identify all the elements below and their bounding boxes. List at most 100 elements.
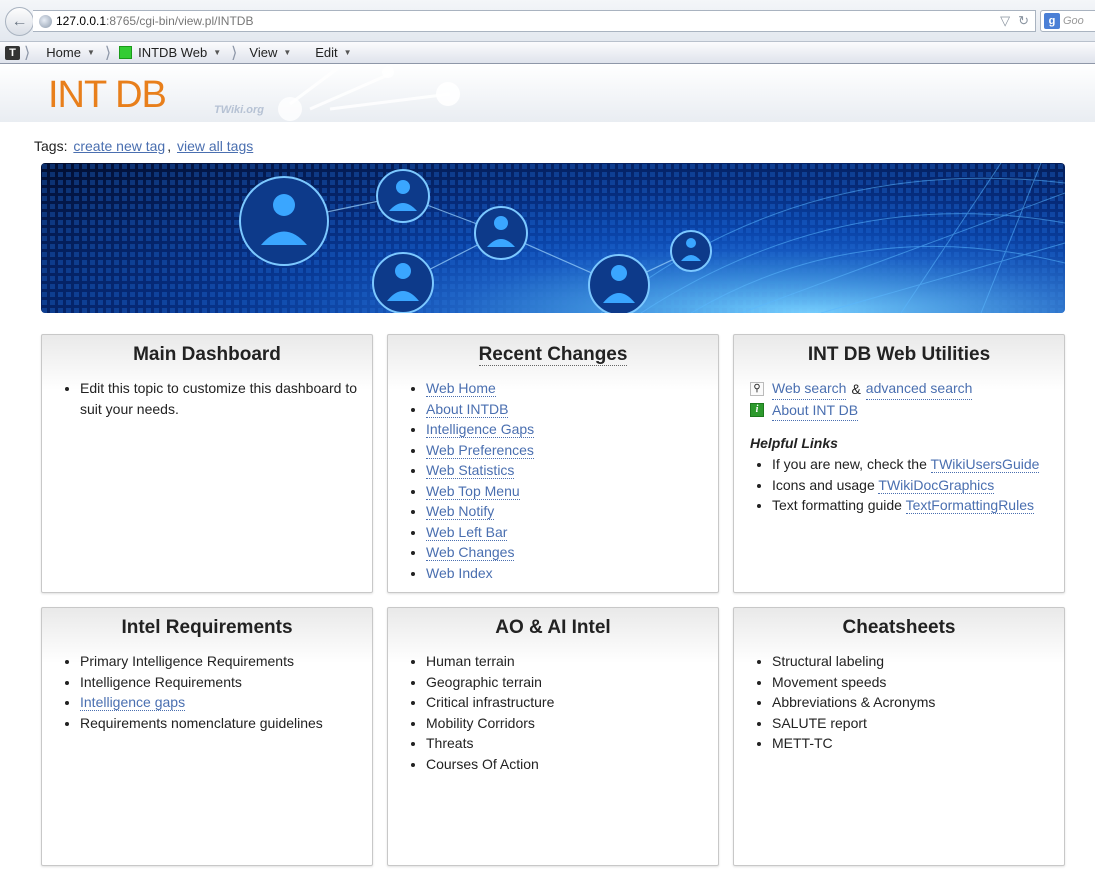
menu-view-label: View — [249, 45, 278, 60]
link-web-preferences[interactable]: Web Preferences — [426, 441, 534, 459]
browser-toolbar: ← 127.0.0.1:8765/cgi-bin/view.pl/INTDB ▽… — [0, 0, 1095, 42]
twiki-logo-icon[interactable]: T — [5, 45, 20, 60]
list-item: Intelligence Requirements — [80, 672, 372, 693]
dropdown-arrow-icon[interactable]: ▽ — [1000, 13, 1010, 29]
header-decoration — [278, 64, 460, 121]
ao-list: Human terrain Geographic terrain Critica… — [388, 651, 718, 774]
list-item: Web Statistics — [426, 460, 718, 481]
view-all-tags-link[interactable]: view all tags — [177, 138, 253, 154]
requirements-list: Primary Intelligence Requirements Intell… — [42, 651, 372, 733]
intelligence-gaps-link[interactable]: Intelligence gaps — [80, 694, 186, 711]
tags-label: Tags: — [34, 138, 68, 154]
list-item: Web Top Menu — [426, 481, 718, 502]
menu-edit[interactable]: Edit ▼ — [315, 45, 351, 60]
menu-intdb-web[interactable]: INTDB Web ▼ — [119, 45, 221, 60]
magnifier-icon: ⚲ — [750, 381, 764, 396]
list-item: SALUTE report — [772, 713, 1064, 734]
web-color-icon — [119, 46, 133, 59]
recent-changes-list: Web Home About INTDB Intelligence Gaps W… — [388, 378, 718, 583]
text-formatting-rules-link[interactable]: TextFormattingRules — [905, 497, 1034, 514]
twiki-doc-graphics-link[interactable]: TWikiDocGraphics — [878, 476, 995, 494]
page-header: INT DB TWiki.org — [0, 64, 1095, 122]
list-item: Movement speeds — [772, 672, 1064, 693]
twiki-users-guide-link[interactable]: TWikiUsersGuide — [930, 456, 1040, 473]
amp-text: & — [851, 380, 861, 397]
card-title: INT DB Web Utilities — [807, 344, 991, 365]
card-intel-requirements: Intel Requirements Primary Intelligence … — [41, 607, 373, 866]
url-path: :8765/cgi-bin/view.pl/INTDB — [106, 14, 254, 28]
chevron-down-icon: ▼ — [283, 48, 292, 57]
site-logo-title[interactable]: INT DB — [48, 74, 167, 117]
helpful-text: Text formatting guide — [772, 497, 902, 513]
list-item: Icons and usage TWikiDocGraphics — [772, 475, 1064, 496]
globe-icon — [39, 14, 52, 28]
card-title[interactable]: Recent Changes — [388, 335, 718, 366]
link-web-home[interactable]: Web Home — [426, 380, 496, 397]
create-tag-link[interactable]: create new tag — [73, 138, 165, 154]
list-item: Intelligence gaps — [80, 692, 372, 713]
card-ao-ai-intel: AO & AI Intel Human terrain Geographic t… — [387, 607, 719, 866]
link-web-left-bar[interactable]: Web Left Bar — [426, 523, 508, 541]
list-item: Courses Of Action — [426, 754, 718, 775]
breadcrumb-separator: ⟩ — [104, 44, 112, 62]
card-main-dashboard: Main Dashboard Edit this topic to custom… — [41, 334, 373, 593]
list-item: Edit this topic to customize this dashbo… — [80, 378, 372, 419]
helpful-text: If you are new, check the — [772, 456, 927, 472]
about-row: i About INT DB — [750, 400, 1064, 421]
list-item: Geographic terrain — [426, 672, 718, 693]
list-item: Human terrain — [426, 651, 718, 672]
helpful-text: Icons and usage — [772, 476, 875, 493]
menu-home[interactable]: Home ▼ — [46, 45, 95, 60]
search-placeholder: Goo — [1063, 15, 1084, 27]
menu-home-label: Home — [46, 45, 81, 60]
helpful-links-list: If you are new, check the TWikiUsersGuid… — [734, 454, 1064, 516]
list-item: Text formatting guide TextFormattingRule… — [772, 495, 1064, 516]
menu-edit-label: Edit — [315, 45, 338, 60]
card-title: Intel Requirements — [121, 617, 293, 638]
search-row: ⚲ Web search & advanced search — [750, 378, 1064, 400]
recent-changes-title[interactable]: Recent Changes — [478, 344, 628, 366]
list-item: Web Home — [426, 378, 718, 399]
tags-line: Tags: create new tag, view all tags — [34, 138, 255, 154]
advanced-search-link[interactable]: advanced search — [865, 378, 973, 400]
about-intdb-link[interactable]: About INT DB — [772, 400, 859, 421]
list-item: Abbreviations & Acronyms — [772, 692, 1064, 713]
back-arrow-icon[interactable]: ← — [5, 7, 34, 36]
hero-banner-image — [41, 163, 1065, 313]
google-icon[interactable]: g — [1044, 13, 1060, 29]
link-web-top-menu[interactable]: Web Top Menu — [426, 482, 520, 500]
helpful-links-heading: Helpful Links — [750, 435, 838, 451]
search-input[interactable]: g Goo — [1040, 10, 1095, 32]
cheatsheets-list: Structural labeling Movement speeds Abbr… — [734, 651, 1064, 754]
link-web-index[interactable]: Web Index — [426, 565, 493, 581]
link-web-notify[interactable]: Web Notify — [426, 503, 495, 520]
list-item: Primary Intelligence Requirements — [80, 651, 372, 672]
list-item: Web Index — [426, 563, 718, 584]
list-item: Mobility Corridors — [426, 713, 718, 734]
list-item: Structural labeling — [772, 651, 1064, 672]
url-host: 127.0.0.1 — [56, 14, 107, 28]
link-web-statistics[interactable]: Web Statistics — [426, 462, 515, 479]
card-cheatsheets: Cheatsheets Structural labeling Movement… — [733, 607, 1065, 866]
url-field[interactable]: 127.0.0.1:8765/cgi-bin/view.pl/INTDB ▽ ↻ — [33, 10, 1036, 32]
reload-icon[interactable]: ↻ — [1018, 13, 1029, 29]
breadcrumb-separator: ⟩ — [231, 44, 238, 62]
card-title: AO & AI Intel — [495, 617, 611, 638]
list-item: Requirements nomenclature guidelines — [80, 713, 372, 734]
menu-view[interactable]: View ▼ — [249, 45, 291, 60]
breadcrumb-separator: ⟩ — [24, 44, 31, 62]
list-item: About INTDB — [426, 399, 718, 420]
twiki-watermark: TWiki.org — [214, 104, 265, 116]
tags-separator: , — [167, 138, 172, 154]
link-about-intdb[interactable]: About INTDB — [426, 400, 509, 418]
list-item: Threats — [426, 733, 718, 754]
list-item: Web Notify — [426, 501, 718, 522]
list-item: Web Changes — [426, 542, 718, 563]
web-search-link[interactable]: Web search — [772, 378, 847, 400]
info-icon: i — [750, 403, 764, 418]
card-title: Main Dashboard — [133, 344, 281, 365]
list-item: If you are new, check the TWikiUsersGuid… — [772, 454, 1064, 475]
link-web-changes[interactable]: Web Changes — [426, 544, 515, 561]
link-intelligence-gaps[interactable]: Intelligence Gaps — [426, 421, 535, 438]
card-title: Cheatsheets — [842, 617, 956, 638]
